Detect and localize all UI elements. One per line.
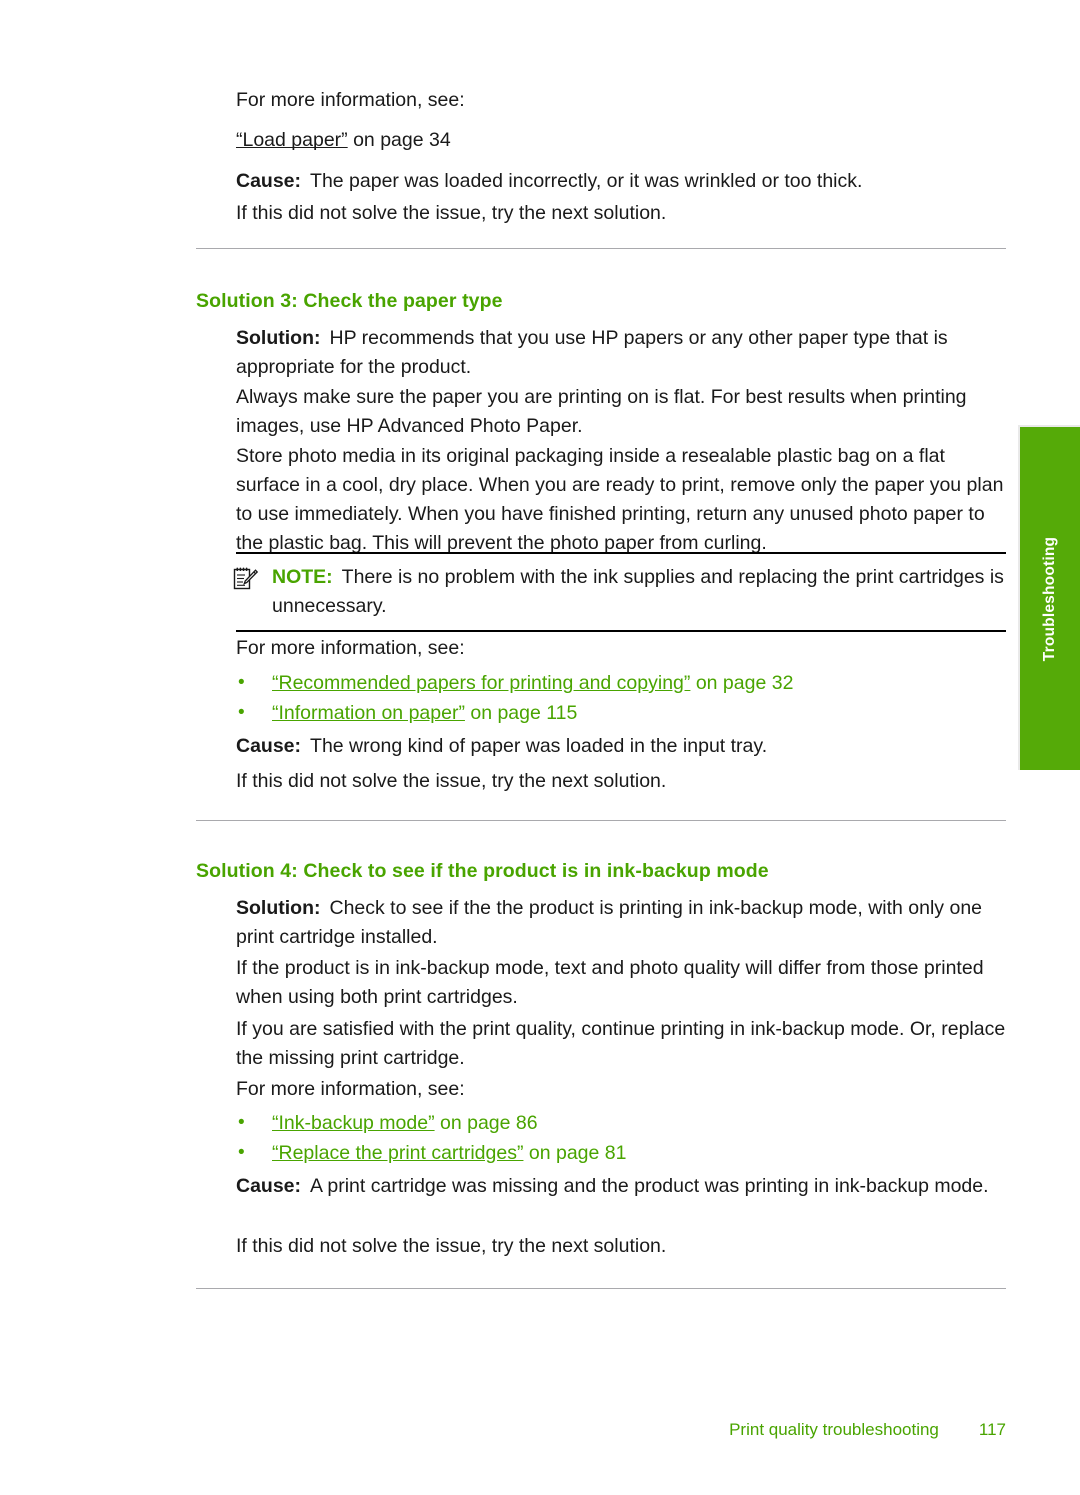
crossreference-list: “Ink-backup mode” on page 86 “Replace th… [236,1108,1006,1168]
solution-line: Solution: Check to see if the the product… [236,894,1006,952]
page-footer: Print quality troubleshooting 117 [196,1420,1006,1440]
link-text[interactable]: “Information on paper” [272,702,465,724]
link-text[interactable]: “Replace the print cartridges” [272,1142,523,1164]
note-line: NOTE: There is no problem with the ink su… [272,563,1006,621]
section-tab-label: Troubleshooting [1041,536,1058,661]
paragraph-text: If the product is in ink-backup mode, te… [236,957,984,1008]
footer-title: Print quality troubleshooting [729,1420,939,1439]
section-tab-troubleshooting: Troubleshooting [1018,425,1080,770]
link-text[interactable]: “Load paper” [236,129,348,151]
solution3-solution-block: Solution: HP recommends that you use HP p… [196,324,1006,382]
solution3-heading: Solution 3: Check the paper type [196,290,503,312]
solution4-heading-block: Solution 4: Check to see if the product … [196,860,1006,883]
top-for-more-information: For more information, see: [196,86,1006,115]
crossreference-list: “Recommended papers for printing and cop… [236,668,1006,728]
solution3-heading-block: Solution 3: Check the paper type [196,290,1006,313]
solution-text: Check to see if the the product is print… [236,897,983,948]
solution-line: Solution: HP recommends that you use HP p… [236,324,1006,382]
list-item: “Information on paper” on page 115 [236,698,1006,728]
solution4-solution-block: Solution: Check to see if the the product… [196,894,1006,952]
link-page-suffix: on page 34 [347,129,451,151]
list-item: “Recommended papers for printing and cop… [236,668,1006,698]
solution4-paragraph-3: If you are satisfied with the print qual… [196,1015,1006,1073]
note-text: There is no problem with the ink supplie… [272,566,1004,617]
solution4-paragraph-2: If the product is in ink-backup mode, te… [196,954,1006,1012]
next-solution-text: If this did not solve the issue, try the… [236,770,667,792]
link-page-suffix: on page 81 [523,1142,627,1164]
note-keyword: NOTE: [272,566,333,588]
section-divider [196,248,1006,249]
cause-line: Cause: The wrong kind of paper was loaded… [236,732,1006,761]
solution3-for-more-information: For more information, see: [196,634,1006,663]
for-more-information-text: For more information, see: [236,89,465,111]
list-item: “Ink-backup mode” on page 86 [236,1108,1006,1138]
for-more-information-text: For more information, see: [236,1078,465,1100]
cause-label: Cause: [236,735,302,757]
paragraph-text: If you are satisfied with the print qual… [236,1018,1006,1069]
solution-label: Solution: [236,327,321,349]
link-text[interactable]: “Recommended papers for printing and cop… [272,672,690,694]
section-divider [196,820,1006,821]
link-page-suffix: on page 115 [464,702,578,724]
solution4-for-more-information: For more information, see: [196,1075,1006,1104]
link-page-suffix: on page 86 [434,1112,538,1134]
solution3-cause-block: Cause: The wrong kind of paper was loaded… [196,732,1006,761]
crossreference-line: “Load paper” on page 34 [236,126,1006,155]
solution-text: HP recommends that you use HP papers or … [236,327,948,378]
solution3-paragraph-2: Always make sure the paper you are print… [196,383,1006,441]
link-text[interactable]: “Ink-backup mode” [272,1112,435,1134]
solution4-link-list: “Ink-backup mode” on page 86 “Replace th… [196,1108,1006,1168]
solution-label: Solution: [236,897,321,919]
for-more-information-text: For more information, see: [236,637,465,659]
cause-text: A print cartridge was missing and the pr… [310,1175,989,1197]
next-solution-text: If this did not solve the issue, try the… [236,1235,667,1257]
link-page-suffix: on page 32 [690,672,794,694]
cause-text: The paper was loaded incorrectly, or it … [310,170,863,192]
cause-label: Cause: [236,1175,302,1197]
list-item: “Replace the print cartridges” on page 8… [236,1138,1006,1168]
solution3-paragraph-3: Store photo media in its original packag… [196,442,1006,558]
solution4-heading: Solution 4: Check to see if the product … [196,860,769,882]
cause-label: Cause: [236,170,302,192]
paragraph-text: Store photo media in its original packag… [236,445,1004,554]
section-divider [196,1288,1006,1289]
cause-line: Cause: A print cartridge was missing and … [236,1172,1006,1201]
paragraph-text: Always make sure the paper you are print… [236,386,967,437]
note-inner: NOTE: There is no problem with the ink su… [233,563,1006,621]
cause-line: Cause: The paper was loaded incorrectly, … [236,167,1006,196]
solution4-cause-block: Cause: A print cartridge was missing and … [196,1172,1006,1201]
note-callout: NOTE: There is no problem with the ink su… [233,552,1006,632]
top-cause-block: Cause: The paper was loaded incorrectly, … [196,167,1006,196]
note-pad-pencil-icon [232,566,259,592]
document-page: Troubleshooting For more information, se… [0,0,1080,1495]
solution4-next-solution-block: If this did not solve the issue, try the… [196,1232,1006,1261]
top-crossreference-link: “Load paper” on page 34 [196,126,1006,155]
next-solution-text: If this did not solve the issue, try the… [236,202,667,224]
footer-page-number: 117 [978,1420,1006,1439]
top-next-solution-block: If this did not solve the issue, try the… [196,199,1006,228]
cause-text: The wrong kind of paper was loaded in th… [310,735,768,757]
solution3-next-solution-block: If this did not solve the issue, try the… [196,767,1006,796]
solution3-link-list: “Recommended papers for printing and cop… [196,668,1006,728]
